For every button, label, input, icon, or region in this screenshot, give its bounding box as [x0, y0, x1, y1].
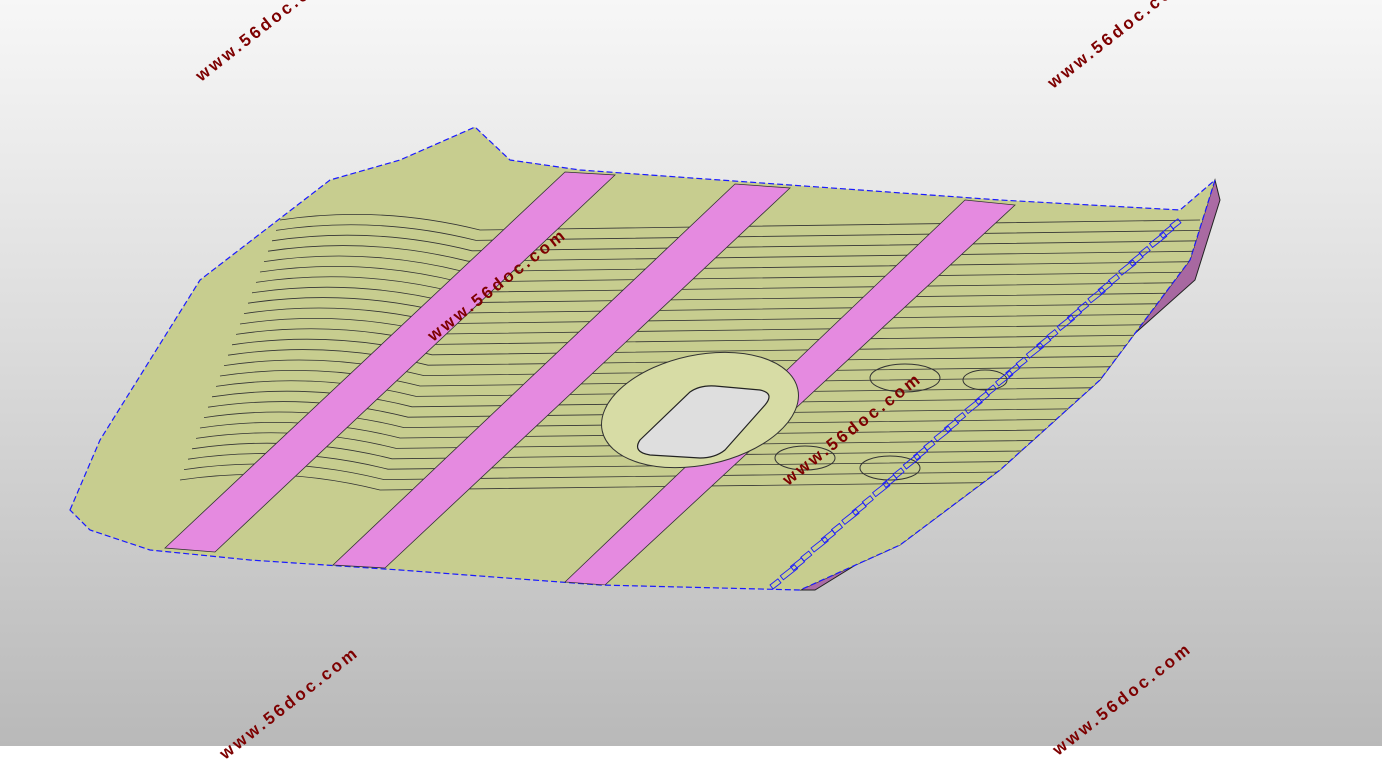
- cad-viewport[interactable]: www.56doc.com www.56doc.com www.56doc.co…: [0, 0, 1382, 763]
- cad-model-view[interactable]: [0, 0, 1382, 746]
